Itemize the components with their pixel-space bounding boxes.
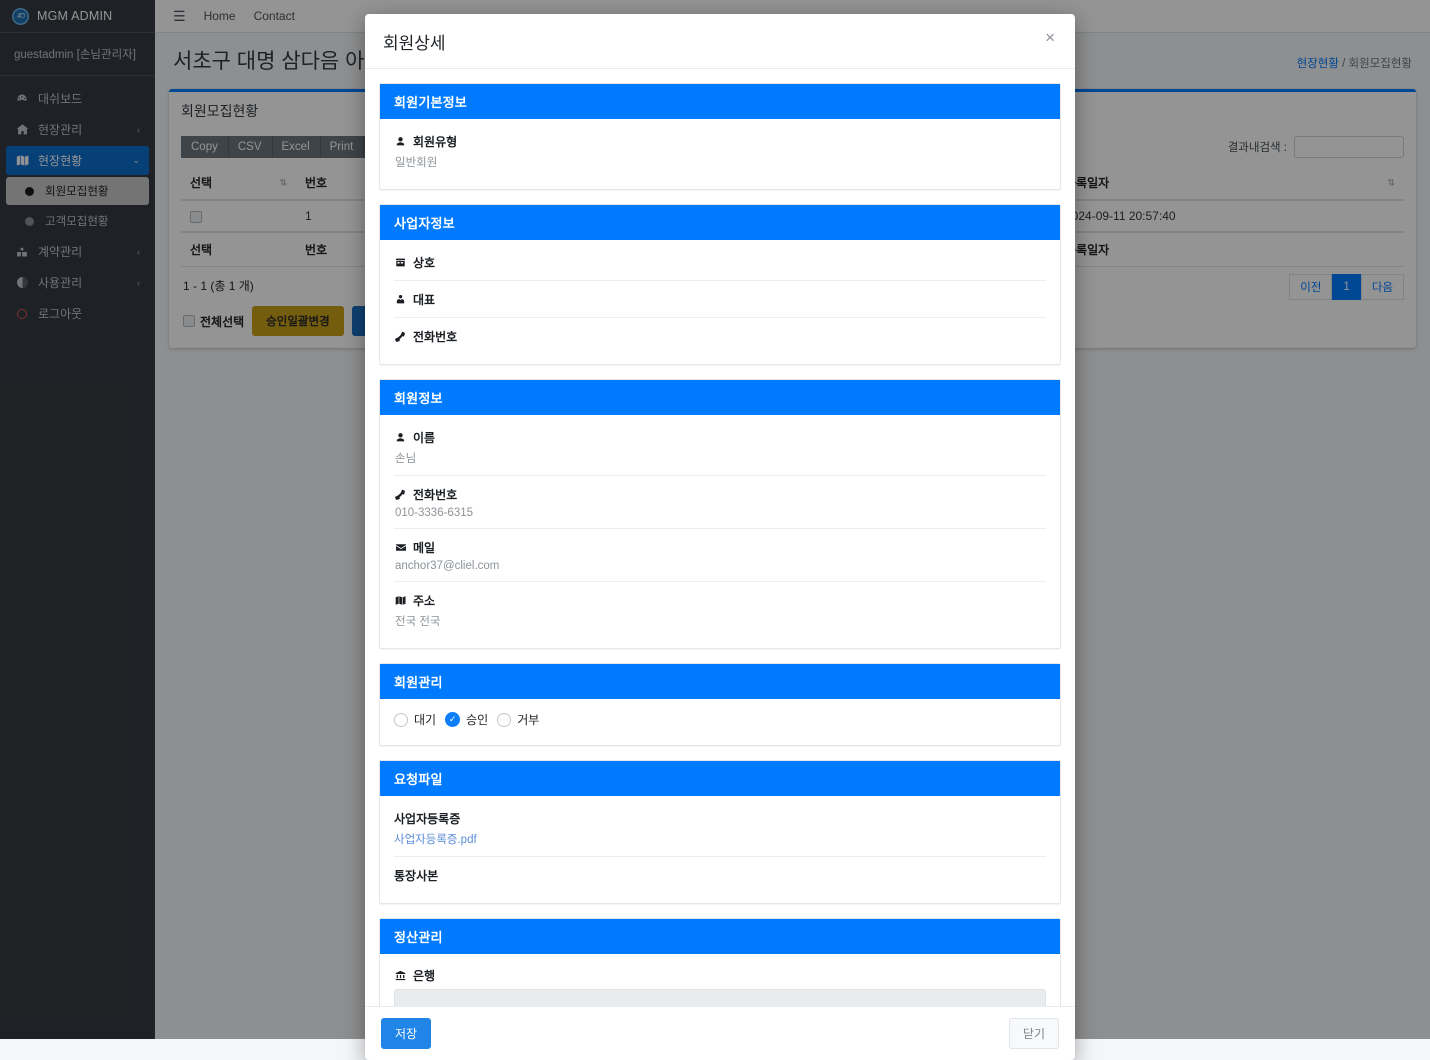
field-label: 이름 (394, 429, 1046, 446)
radio-status-approved[interactable]: ✓ 승인 (445, 711, 488, 728)
radio-label: 승인 (466, 713, 489, 727)
field-representative: 대표 (394, 281, 1046, 318)
user-tie-icon (394, 294, 407, 305)
section-body: 사업자등록증 사업자등록증.pdf 통장사본 (380, 796, 1060, 903)
field-name: 이름 손님 (394, 419, 1046, 476)
field-label: 전화번호 (394, 328, 1046, 345)
bank-icon (394, 970, 407, 981)
field-value: 손님 (395, 453, 417, 465)
section-body: 상호 대표 전화번호 (380, 240, 1060, 364)
section-business-info: 사업자정보 상호 대표 전화번호 (379, 204, 1061, 365)
field-label: 은행 (394, 967, 1046, 984)
user-icon (394, 432, 407, 443)
bank-input[interactable] (394, 989, 1046, 1006)
field-business-phone: 전화번호 (394, 318, 1046, 354)
file-bankbook-copy: 통장사본 (394, 857, 1046, 893)
section-request-files: 요청파일 사업자등록증 사업자등록증.pdf 통장사본 (379, 760, 1061, 904)
field-value: 일반회원 (395, 157, 438, 169)
section-member-basic-info: 회원기본정보 회원유형 일반회원 (379, 83, 1061, 190)
mail-icon (394, 542, 407, 553)
section-heading: 회원기본정보 (380, 84, 1060, 119)
field-label: 상호 (394, 254, 1046, 271)
radio-label: 대기 (414, 713, 437, 727)
field-label: 전화번호 (394, 486, 1046, 503)
section-body: 은행 계좌번호 (380, 954, 1060, 1006)
close-button[interactable]: 닫기 (1008, 1018, 1059, 1049)
radio-unchecked-icon (497, 712, 512, 727)
field-business-name: 상호 (394, 244, 1046, 281)
user-icon (394, 136, 407, 147)
section-heading: 사업자정보 (380, 205, 1060, 240)
status-radio-group: 대기 ✓ 승인 거부 (394, 703, 1046, 735)
field-label: 대표 (394, 291, 1046, 308)
field-value: 전국 전국 (395, 616, 441, 628)
file-link[interactable]: 사업자등록증.pdf (394, 827, 1046, 847)
section-heading: 회원정보 (380, 380, 1060, 415)
member-detail-modal: 회원상세 × 회원기본정보 회원유형 일반회원 사업자정보 상호 대표 전화번호… (365, 14, 1075, 1060)
field-phone: 전화번호 010-3336-6315 (394, 476, 1046, 529)
store-icon (394, 257, 407, 268)
field-label: 주소 (394, 592, 1046, 609)
section-heading: 정산관리 (380, 919, 1060, 954)
section-member-info: 회원정보 이름 손님 전화번호 010-3336-6315 메일 anchor3… (379, 379, 1061, 649)
field-value: anchor37@cliel.com (395, 560, 500, 572)
section-body: 이름 손님 전화번호 010-3336-6315 메일 anchor37@cli… (380, 415, 1060, 648)
section-heading: 회원관리 (380, 664, 1060, 699)
radio-checked-icon: ✓ (445, 712, 461, 727)
section-heading: 요청파일 (380, 761, 1060, 796)
radio-label: 거부 (517, 713, 540, 727)
modal-body: 회원기본정보 회원유형 일반회원 사업자정보 상호 대표 전화번호 회원정보 이… (365, 69, 1075, 1006)
modal-title: 회원상세 (383, 34, 446, 53)
close-icon[interactable]: × (1043, 29, 1057, 46)
field-member-type: 회원유형 일반회원 (394, 123, 1046, 179)
section-body: 대기 ✓ 승인 거부 (380, 699, 1060, 745)
section-settlement: 정산관리 은행 계좌번호 (379, 918, 1061, 1006)
section-body: 회원유형 일반회원 (380, 119, 1060, 189)
radio-status-waiting[interactable]: 대기 (394, 711, 436, 728)
phone-icon (394, 489, 407, 500)
field-address: 주소 전국 전국 (394, 582, 1046, 638)
map-icon (394, 595, 407, 606)
modal-header: 회원상세 × (365, 14, 1075, 69)
file-business-license: 사업자등록증 사업자등록증.pdf (394, 800, 1046, 857)
modal-footer: 저장 닫기 (365, 1006, 1075, 1060)
field-bank: 은행 (394, 958, 1046, 1006)
field-label: 회원유형 (394, 133, 1046, 150)
file-label: 사업자등록증 (394, 812, 461, 826)
section-member-admin: 회원관리 대기 ✓ 승인 거부 (379, 663, 1061, 746)
field-email: 메일 anchor37@cliel.com (394, 529, 1046, 582)
phone-icon (394, 331, 407, 342)
radio-unchecked-icon (394, 712, 408, 727)
field-value: 010-3336-6315 (395, 507, 474, 519)
radio-status-rejected[interactable]: 거부 (497, 711, 539, 728)
save-button[interactable]: 저장 (381, 1018, 432, 1049)
file-label: 통장사본 (394, 869, 439, 883)
field-label: 메일 (394, 539, 1046, 556)
